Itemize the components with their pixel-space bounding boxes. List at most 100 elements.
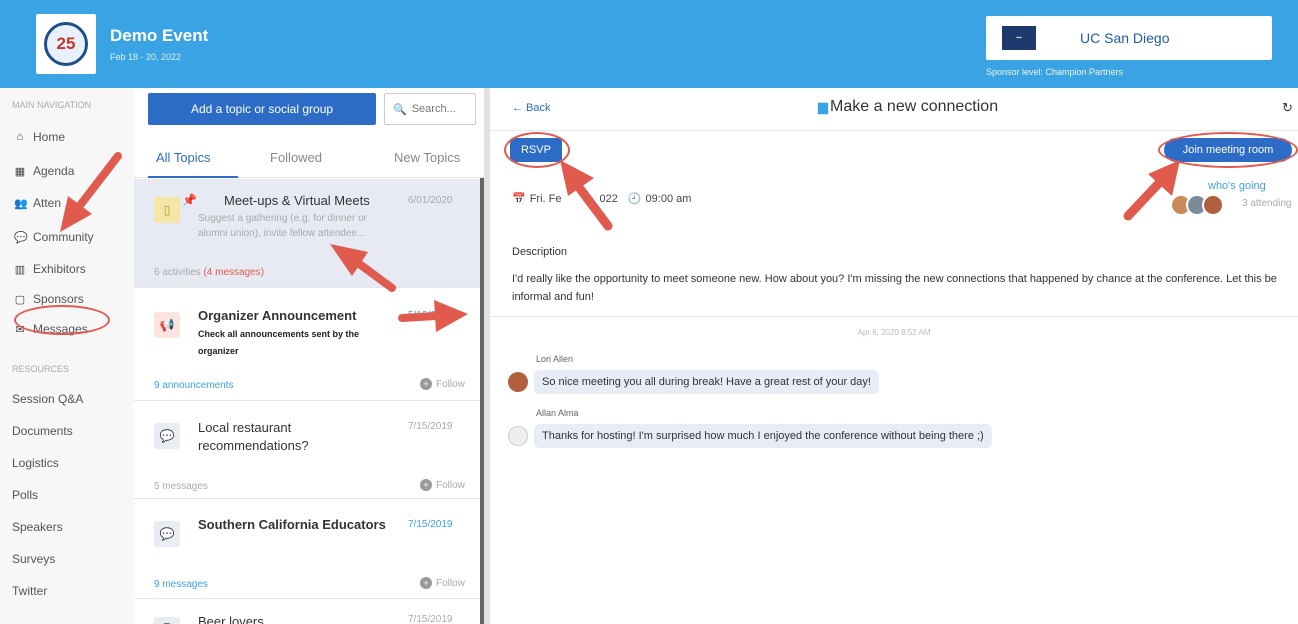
attendee-avatars[interactable]	[1170, 194, 1224, 216]
topic-meta: 9 messages	[154, 579, 208, 590]
topic-meta: 5 messages	[154, 481, 208, 492]
nav-item-attendees[interactable]: 👥 Atten	[14, 196, 61, 210]
meeting-icon: ▆	[818, 99, 828, 114]
topic-date: 7/15/2019	[408, 614, 453, 624]
nav-item-home[interactable]: ⌂ Home	[14, 130, 65, 144]
topic-meta: 9 announcements	[154, 380, 234, 391]
nav-item-documents[interactable]: Documents	[12, 424, 73, 438]
topic-title: Beer lovers	[198, 614, 264, 624]
nav-item-logistics[interactable]: Logistics	[12, 456, 59, 470]
topic-item-southern-california-educators[interactable]: 💬 Southern California Educators 7/15/201…	[134, 499, 484, 599]
community-highlight-circle	[14, 305, 110, 335]
sponsor-banner[interactable]: ▪▪▪ UC San Diego	[986, 16, 1272, 60]
refresh-icon[interactable]: ↻	[1282, 100, 1293, 116]
event-header: 25 Demo Event Feb 18 - 20, 2022 ▪▪▪ UC S…	[0, 0, 1298, 88]
chat-bubbles-icon: 💬	[154, 521, 180, 547]
nav-item-label: Agenda	[33, 164, 75, 178]
event-time: 09:00 am	[645, 192, 692, 205]
topic-meta: 6 activities (4 messages)	[154, 267, 264, 278]
tab-all-topics[interactable]: All Topics	[156, 150, 211, 165]
message-author: Allan Alma	[536, 408, 579, 418]
rsvp-highlight-circle	[504, 132, 570, 168]
nav-item-session-qa[interactable]: Session Q&A	[12, 392, 83, 406]
topic-date: 7/15/2019	[408, 421, 453, 432]
nav-item-polls[interactable]: Polls	[12, 488, 38, 502]
plus-icon: +	[420, 378, 432, 390]
topics-panel: Add a topic or social group 🔍 All Topics…	[134, 88, 484, 624]
community-icon: 💬	[14, 231, 28, 244]
calendar-icon: 📅	[512, 193, 526, 205]
topic-date: 7/15/2019	[408, 519, 453, 530]
megaphone-icon: 📢	[154, 312, 180, 338]
nav-item-speakers[interactable]: Speakers	[12, 520, 63, 534]
whos-going-link[interactable]: who's going	[1208, 180, 1266, 192]
topic-messages-count: (4 messages)	[203, 267, 265, 278]
nav-item-community[interactable]: 💬 Community	[14, 230, 94, 244]
nav-item-label: Sponsors	[33, 292, 84, 306]
topic-item-meetups[interactable]: ▯ 📌 Meet-ups & Virtual Meets 6/01/2020 S…	[134, 179, 484, 287]
nav-item-exhibitors[interactable]: ▥ Exhibitors	[14, 262, 86, 276]
active-tab-indicator	[148, 176, 238, 178]
search-input[interactable]	[411, 103, 472, 115]
detail-title: ▆ Make a new connection	[818, 98, 998, 116]
follow-label: Follow	[436, 577, 465, 589]
topic-title: Meet-ups & Virtual Meets	[224, 193, 370, 208]
tab-new-topics[interactable]: New Topics	[394, 150, 460, 165]
nav-item-twitter[interactable]: Twitter	[12, 584, 47, 598]
description-label: Description	[512, 246, 568, 258]
nav-item-label: Community	[33, 230, 94, 244]
topic-detail-pane: ← Back ▆ Make a new connection ↻ RSVP Jo…	[490, 88, 1298, 624]
main-navigation-heading: MAIN NAVIGATION	[12, 100, 92, 110]
plus-icon: +	[420, 479, 432, 491]
topic-item-beer-lovers[interactable]: 💬 Beer lovers 7/15/2019	[134, 599, 484, 624]
follow-button[interactable]: + Follow	[420, 577, 465, 589]
follow-button[interactable]: + Follow	[420, 378, 465, 390]
topic-title: Organizer Announcement	[198, 308, 357, 323]
chat-bubbles-icon: 💬	[154, 617, 180, 624]
event-date-rest: 022	[599, 192, 618, 205]
tab-followed[interactable]: Followed	[270, 150, 322, 165]
nav-item-agenda[interactable]: ▦ Agenda	[14, 164, 75, 178]
attending-count: 3 attending	[1242, 198, 1292, 209]
topic-title: Southern California Educators	[198, 517, 386, 532]
back-link[interactable]: ← Back	[512, 102, 551, 114]
nav-item-label: Exhibitors	[33, 262, 86, 276]
sponsor-logo-icon: ▪▪▪	[1002, 26, 1036, 50]
sponsor-level: Sponsor level: Champion Partners	[986, 67, 1124, 77]
chat-bubbles-icon: 💬	[154, 423, 180, 449]
divider	[490, 316, 1298, 317]
event-name: Demo Event	[110, 26, 209, 45]
join-highlight-circle	[1158, 132, 1298, 168]
sponsors-icon: ▢	[14, 293, 26, 306]
avatar	[508, 372, 528, 392]
calendar-icon: ▦	[14, 165, 26, 178]
topic-search[interactable]: 🔍	[384, 93, 476, 125]
follow-label: Follow	[436, 479, 465, 491]
pinned-topic-icon: ▯	[154, 197, 180, 223]
topic-item-local-restaurants[interactable]: 💬 Local restaurant recommendations? 7/15…	[134, 401, 484, 501]
event-dates: Feb 18 - 20, 2022	[110, 52, 182, 62]
search-icon: 🔍	[393, 103, 407, 116]
topic-activities: 6 activities	[154, 267, 201, 278]
sponsor-name: UC San Diego	[1080, 30, 1170, 46]
topic-tabs: All Topics Followed New Topics	[134, 136, 484, 178]
message-bubble: So nice meeting you all during break! Ha…	[534, 370, 879, 394]
description-text: I'd really like the opportunity to meet …	[512, 273, 1277, 303]
topic-date: 5/13/2020	[408, 310, 453, 321]
topic-date: 6/01/2020	[408, 195, 453, 206]
message-bubble: Thanks for hosting! I'm surprised how mu…	[534, 424, 992, 448]
add-topic-button[interactable]: Add a topic or social group	[148, 93, 376, 125]
event-date: Fri. Fe	[529, 192, 562, 205]
nav-item-sponsors[interactable]: ▢ Sponsors	[14, 292, 84, 306]
pin-icon: 📌	[182, 193, 197, 207]
nav-item-label: Home	[33, 130, 66, 144]
resources-heading: RESOURCES	[12, 364, 70, 374]
main-navigation: MAIN NAVIGATION ⌂ Home ▦ Agenda 👥 Atten …	[0, 88, 134, 624]
topic-item-organizer-announcement[interactable]: 📢 Organizer Announcement 5/13/2020 Check…	[134, 288, 484, 396]
follow-button[interactable]: + Follow	[420, 479, 465, 491]
avatar	[508, 426, 528, 446]
nav-item-surveys[interactable]: Surveys	[12, 552, 55, 566]
topic-title: Local restaurant recommendations?	[198, 420, 309, 453]
event-logo[interactable]: 25	[36, 14, 96, 74]
anniversary-logo-icon: 25	[44, 22, 88, 66]
